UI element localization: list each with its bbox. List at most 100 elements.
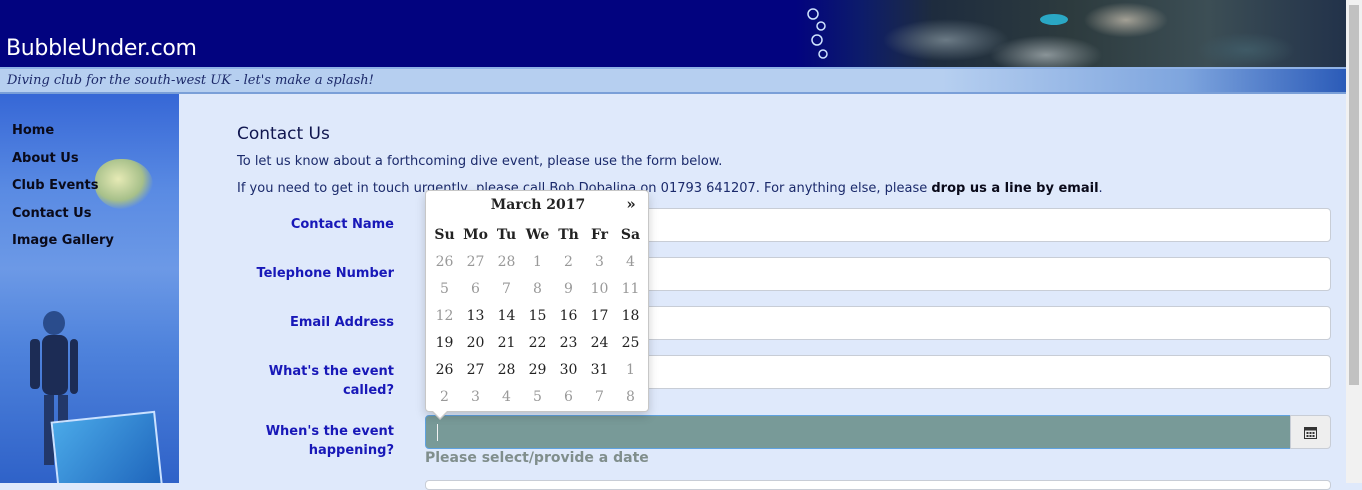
- next-input-edge[interactable]: [425, 480, 1331, 490]
- diver-photo: [50, 410, 165, 483]
- datepicker-day[interactable]: 21: [491, 329, 522, 356]
- datepicker-month-title[interactable]: March 2017: [426, 197, 650, 213]
- event-name-label: What's the event called?: [269, 362, 394, 400]
- weekday-label: Tu: [496, 226, 517, 243]
- datepicker-day: 27: [466, 253, 485, 270]
- site-name[interactable]: BubbleUnder.com: [6, 36, 197, 61]
- datepicker-day[interactable]: 15: [522, 302, 553, 329]
- bubbles-image: [807, 8, 828, 59]
- event-date-label-line2: happening?: [308, 443, 394, 458]
- nav-item-image-gallery: Image Gallery: [12, 229, 114, 257]
- datepicker-week-row: 26 27 28 29 30 31 1: [429, 356, 646, 383]
- datepicker-popup: March 2017 » Su Mo Tu We Th Fr Sa 26 27 28 1 2 3 4 5 6…: [425, 190, 650, 420]
- weekday-header-row: Su Mo Tu We Th Fr Sa: [429, 221, 646, 248]
- tagline: Diving club for the south-west UK - let'…: [7, 73, 374, 88]
- datepicker-day[interactable]: 13: [460, 302, 491, 329]
- datepicker-day[interactable]: 14: [491, 302, 522, 329]
- datepicker-day[interactable]: 17: [584, 302, 615, 329]
- datepicker-day[interactable]: 7: [584, 383, 615, 410]
- intro-paragraph: To let us know about a forthcoming dive …: [237, 154, 723, 169]
- datepicker-day[interactable]: 31: [584, 356, 615, 383]
- nav-link-about-us[interactable]: About Us: [12, 151, 79, 166]
- datepicker-day: 3: [595, 253, 604, 270]
- nav-link-club-events[interactable]: Club Events: [12, 178, 98, 193]
- datepicker-day[interactable]: 6: [553, 383, 584, 410]
- datepicker-day: 10: [590, 280, 609, 297]
- datepicker-week-row: 19 20 21 22 23 24 25: [429, 329, 646, 356]
- fish-image: [1040, 14, 1068, 25]
- datepicker-day: 1: [533, 253, 542, 270]
- datepicker-day[interactable]: 23: [553, 329, 584, 356]
- datepicker-day[interactable]: 8: [615, 383, 646, 410]
- event-date-label-line1: When's the event: [265, 424, 394, 439]
- contact-name-label: Contact Name: [290, 217, 394, 232]
- datepicker-day: 2: [564, 253, 573, 270]
- nav-list: Home About Us Club Events Contact Us Ima…: [12, 119, 114, 257]
- event-name-label-line2: called?: [342, 383, 394, 398]
- contact-paragraph: If you need to get in touch urgently, pl…: [237, 181, 1103, 196]
- datepicker-days: 26 27 28 1 2 3 4 5 6 7 8 9 10 11 12 13 14 15 16 17 18 19 20 21 2…: [429, 248, 646, 410]
- datepicker-day: 11: [621, 280, 640, 297]
- nav-link-contact-us[interactable]: Contact Us: [12, 206, 91, 221]
- event-date-input[interactable]: [425, 415, 1291, 449]
- nav-item-home: Home: [12, 119, 114, 147]
- nav-link-image-gallery[interactable]: Image Gallery: [12, 233, 114, 248]
- nav-item-contact-us: Contact Us: [12, 202, 114, 230]
- datepicker-day: 6: [471, 280, 480, 297]
- datepicker-day[interactable]: 26: [429, 356, 460, 383]
- datepicker-day[interactable]: 28: [491, 356, 522, 383]
- nav-item-club-events: Club Events: [12, 174, 114, 202]
- datepicker-week-row: 5 6 7 8 9 10 11: [429, 275, 646, 302]
- datepicker-day: 12: [435, 307, 454, 324]
- datepicker-day[interactable]: 27: [460, 356, 491, 383]
- datepicker-day[interactable]: 25: [615, 329, 646, 356]
- datepicker-day[interactable]: 3: [460, 383, 491, 410]
- nav-link-home[interactable]: Home: [12, 123, 54, 138]
- page-scrollbar[interactable]: [1346, 0, 1362, 483]
- datepicker-day: 5: [440, 280, 449, 297]
- datepicker-week-row: 12 13 14 15 16 17 18: [429, 302, 646, 329]
- nav-item-about-us: About Us: [12, 147, 114, 175]
- page-title: Contact Us: [237, 124, 330, 144]
- calendar-icon: [1304, 426, 1317, 439]
- calendar-button[interactable]: [1290, 415, 1331, 449]
- contact-text-end: .: [1098, 181, 1103, 196]
- datepicker-day[interactable]: 19: [429, 329, 460, 356]
- datepicker-day: 7: [502, 280, 511, 297]
- datepicker-day: 4: [626, 253, 635, 270]
- site-header: BubbleUnder.com: [0, 0, 1346, 67]
- datepicker-day[interactable]: 18: [615, 302, 646, 329]
- reef-banner-image: [796, 0, 1346, 67]
- event-date-label: When's the event happening?: [266, 422, 394, 460]
- datepicker-day: 26: [435, 253, 454, 270]
- datepicker-day[interactable]: 24: [584, 329, 615, 356]
- email-label: Email Address: [289, 315, 394, 330]
- datepicker-day[interactable]: 5: [522, 383, 553, 410]
- datepicker-day[interactable]: 20: [460, 329, 491, 356]
- datepicker-day[interactable]: 30: [553, 356, 584, 383]
- datepicker-day: 28: [497, 253, 516, 270]
- datepicker-week-row: 26 27 28 1 2 3 4: [429, 248, 646, 275]
- datepicker-next-button[interactable]: »: [623, 195, 639, 213]
- date-hint: Please select/provide a date: [425, 450, 649, 466]
- weekday-label: Su: [434, 226, 455, 243]
- datepicker-day: 8: [533, 280, 542, 297]
- email-link[interactable]: drop us a line by email: [931, 181, 1098, 196]
- datepicker-day[interactable]: 1: [615, 356, 646, 383]
- datepicker-day[interactable]: 2: [429, 383, 460, 410]
- telephone-label: Telephone Number: [256, 266, 394, 281]
- text-caret: [437, 424, 438, 441]
- weekday-label: Sa: [620, 226, 641, 243]
- scrollbar-thumb[interactable]: [1349, 5, 1359, 385]
- event-name-label-line1: What's the event: [268, 364, 394, 379]
- datepicker-day: 9: [564, 280, 573, 297]
- datepicker-day[interactable]: 16: [553, 302, 584, 329]
- tagline-bar: Diving club for the south-west UK - let'…: [0, 67, 1346, 94]
- weekday-label: We: [525, 226, 550, 243]
- datepicker-day[interactable]: 29: [522, 356, 553, 383]
- datepicker-day[interactable]: 22: [522, 329, 553, 356]
- datepicker-pointer-fill: [433, 411, 447, 418]
- weekday-label: Fr: [590, 226, 609, 243]
- datepicker-grid: Su Mo Tu We Th Fr Sa 26 27 28 1 2 3 4 5 6 7 8 9 10 11 12 13 14…: [429, 221, 646, 410]
- datepicker-day[interactable]: 4: [491, 383, 522, 410]
